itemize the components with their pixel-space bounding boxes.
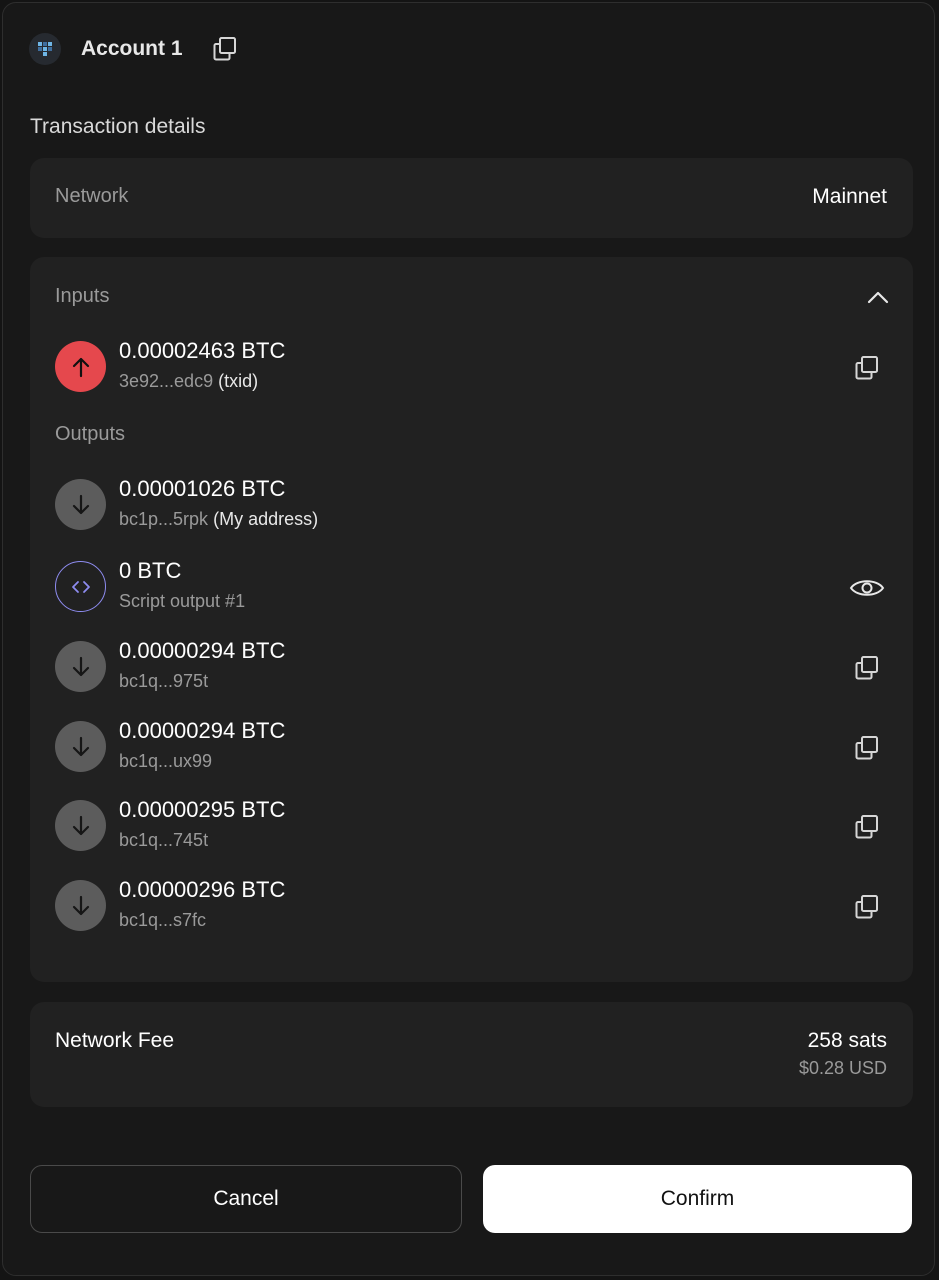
arrow-down-icon <box>55 880 106 931</box>
network-label: Network <box>55 185 129 207</box>
network-value: Mainnet <box>812 185 887 208</box>
output-row: 0.00000295 BTC bc1q...745t <box>55 797 888 854</box>
output-row: 0.00001026 BTC bc1p...5rpk (My address) <box>55 476 888 533</box>
copy-address-button[interactable] <box>852 653 882 683</box>
account-name: Account 1 <box>81 37 183 60</box>
output-amount: 0.00000294 BTC <box>119 718 286 743</box>
chevron-up-icon[interactable] <box>865 285 891 311</box>
account-header: Account 1 <box>29 29 239 69</box>
outputs-label: Outputs <box>55 423 126 445</box>
inputs-outputs-card: Inputs 0.00002463 BTC 3e92...edc9 (txid)… <box>30 257 913 982</box>
cancel-button[interactable]: Cancel <box>30 1165 462 1233</box>
copy-icon <box>855 815 878 839</box>
arrow-down-icon <box>55 641 106 692</box>
input-amount: 0.00002463 BTC <box>119 338 286 363</box>
view-script-button[interactable] <box>848 573 886 603</box>
code-icon <box>55 561 106 612</box>
network-fee-label: Network Fee <box>55 1029 175 1052</box>
account-avatar-icon <box>29 33 61 65</box>
section-title: Transaction details <box>30 115 206 138</box>
eye-icon <box>849 580 885 596</box>
output-amount: 0.00000296 BTC <box>119 877 286 902</box>
copy-icon <box>855 736 878 760</box>
network-fee-card: Network Fee 258 sats $0.28 USD <box>30 1002 913 1107</box>
copy-address-button[interactable] <box>852 892 882 922</box>
output-amount: 0 BTC <box>119 558 182 583</box>
output-amount: 0.00000295 BTC <box>119 797 286 822</box>
output-amount: 0.00000294 BTC <box>119 638 286 663</box>
network-fee-sats: 258 sats <box>807 1029 887 1052</box>
output-address: bc1q...ux99 <box>119 751 213 771</box>
input-address: 3e92...edc9 (txid) <box>119 371 259 391</box>
output-address: bc1p...5rpk (My address) <box>119 509 319 529</box>
copy-icon <box>213 37 236 61</box>
inputs-label: Inputs <box>55 285 110 307</box>
output-row: 0.00000296 BTC bc1q...s7fc <box>55 877 888 934</box>
input-row: 0.00002463 BTC 3e92...edc9 (txid) <box>55 338 888 395</box>
output-row: 0.00000294 BTC bc1q...975t <box>55 638 888 695</box>
copy-address-button[interactable] <box>852 733 882 763</box>
arrow-down-icon <box>55 721 106 772</box>
copy-icon <box>855 895 878 919</box>
output-address: Script output #1 <box>119 591 246 611</box>
copy-icon <box>855 656 878 680</box>
copy-address-button[interactable] <box>211 35 239 63</box>
transaction-window: Account 1 Transaction details Network Ma… <box>2 2 935 1276</box>
output-amount: 0.00001026 BTC <box>119 476 286 501</box>
copy-icon <box>855 356 878 380</box>
output-address: bc1q...745t <box>119 830 209 850</box>
output-row: 0.00000294 BTC bc1q...ux99 <box>55 718 888 775</box>
copy-address-button[interactable] <box>852 812 882 842</box>
network-fee-usd: $0.28 USD <box>798 1058 887 1078</box>
confirm-button[interactable]: Confirm <box>483 1165 912 1233</box>
arrow-down-icon <box>55 479 106 530</box>
output-address: bc1q...s7fc <box>119 910 207 930</box>
output-address: bc1q...975t <box>119 671 209 691</box>
network-card: Network Mainnet <box>30 158 913 238</box>
output-row-script: 0 BTC Script output #1 <box>55 558 888 615</box>
copy-txid-button[interactable] <box>852 353 882 383</box>
arrow-down-icon <box>55 800 106 851</box>
arrow-up-icon <box>55 341 106 392</box>
